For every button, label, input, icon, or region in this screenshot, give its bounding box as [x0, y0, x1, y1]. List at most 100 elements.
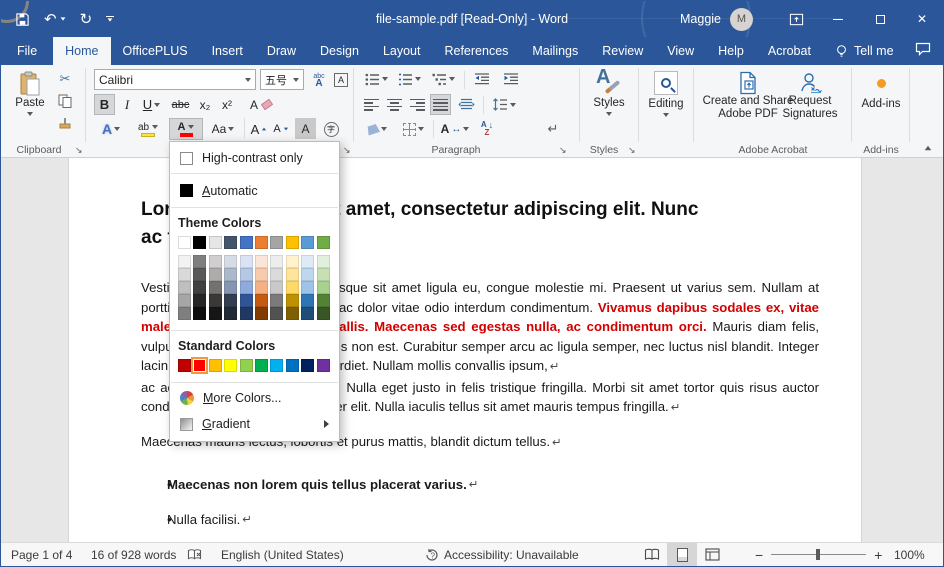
numbering-button[interactable] [394, 69, 424, 89]
theme-color-swatch[interactable] [255, 236, 268, 249]
language-indicator[interactable]: English (United States) [221, 543, 344, 566]
text-effects-button[interactable]: A [95, 118, 127, 140]
theme-variant-swatch[interactable] [270, 255, 283, 268]
ribbon-display-options-icon[interactable] [775, 1, 817, 37]
tab-mailings[interactable]: Mailings [520, 37, 590, 65]
accessibility-status[interactable]: ? Accessibility: Unavailable [425, 543, 579, 566]
show-hide-marks-button[interactable]: ↵ [541, 118, 565, 140]
theme-variant-swatch[interactable] [301, 255, 314, 268]
clear-formatting-button[interactable]: A [247, 94, 275, 115]
tab-view[interactable]: View [655, 37, 706, 65]
zoom-in-button[interactable]: + [874, 547, 882, 563]
theme-color-swatch[interactable] [270, 236, 283, 249]
read-mode-button[interactable] [637, 543, 667, 566]
more-colors-item[interactable]: More Colors... [170, 385, 339, 411]
tab-home[interactable]: Home [53, 37, 110, 65]
theme-variant-swatch[interactable] [178, 255, 191, 268]
proofing-icon[interactable] [187, 543, 203, 566]
styles-button[interactable]: A Styles [585, 67, 633, 139]
increase-indent-button[interactable] [498, 69, 524, 89]
theme-variant-swatch[interactable] [301, 281, 314, 294]
minimize-button[interactable] [817, 1, 859, 37]
zoom-out-button[interactable]: − [755, 547, 763, 563]
borders-button[interactable] [397, 118, 429, 140]
theme-variant-swatch[interactable] [240, 294, 253, 307]
theme-variant-swatch[interactable] [224, 281, 237, 294]
close-button[interactable]: ✕ [901, 1, 943, 37]
theme-variant-swatch[interactable] [286, 255, 299, 268]
tab-review[interactable]: Review [590, 37, 655, 65]
tab-design[interactable]: Design [308, 37, 371, 65]
theme-variant-swatch[interactable] [286, 307, 299, 320]
subscript-button[interactable]: x₂ [195, 94, 215, 115]
theme-variant-swatch[interactable] [255, 281, 268, 294]
standard-color-swatch[interactable] [301, 359, 314, 372]
save-icon[interactable] [15, 12, 30, 27]
sort-button[interactable]: A↓ Z [475, 118, 499, 140]
theme-variant-swatch[interactable] [209, 281, 222, 294]
align-center-button[interactable] [384, 94, 405, 115]
theme-variant-swatch[interactable] [286, 281, 299, 294]
theme-variant-swatch[interactable] [178, 307, 191, 320]
theme-color-swatch[interactable] [240, 236, 253, 249]
automatic-color-item[interactable]: Automatic [170, 176, 339, 205]
theme-variant-swatch[interactable] [255, 255, 268, 268]
character-shading-button[interactable]: A [295, 118, 316, 139]
standard-color-swatch[interactable] [178, 359, 191, 372]
character-scaling-button[interactable]: A↔ [438, 118, 472, 140]
theme-color-swatch[interactable] [224, 236, 237, 249]
feedback-bubble-icon[interactable] [915, 42, 931, 56]
phonetic-guide-button[interactable]: abc A [309, 69, 329, 90]
theme-variant-swatch[interactable] [301, 307, 314, 320]
theme-variant-swatch[interactable] [255, 294, 268, 307]
shading-button[interactable] [361, 118, 393, 140]
theme-variant-swatch[interactable] [240, 268, 253, 281]
styles-dialog-launcher-icon[interactable]: ↘ [628, 145, 636, 156]
enclose-characters-button[interactable]: 字 [320, 118, 342, 140]
tab-references[interactable]: References [432, 37, 520, 65]
theme-variant-swatch[interactable] [178, 268, 191, 281]
justify-button[interactable] [430, 94, 451, 115]
theme-variant-swatch[interactable] [193, 281, 206, 294]
theme-variant-swatch[interactable] [224, 255, 237, 268]
tab-draw[interactable]: Draw [255, 37, 308, 65]
highlight-button[interactable]: ab [131, 118, 165, 140]
shrink-font-button[interactable]: A [271, 118, 291, 140]
zoom-slider[interactable] [771, 554, 866, 555]
bold-button[interactable]: B [94, 94, 115, 115]
tab-insert[interactable]: Insert [200, 37, 255, 65]
theme-variant-swatch[interactable] [193, 268, 206, 281]
tab-file[interactable]: File [1, 37, 53, 65]
tab-officeplus[interactable]: OfficePLUS [111, 37, 200, 65]
theme-variant-swatch[interactable] [317, 255, 330, 268]
theme-variant-swatch[interactable] [301, 294, 314, 307]
theme-variant-swatch[interactable] [209, 294, 222, 307]
theme-variant-swatch[interactable] [317, 307, 330, 320]
zoom-slider-thumb[interactable] [816, 549, 820, 560]
theme-variant-swatch[interactable] [178, 281, 191, 294]
standard-color-swatch-selected[interactable] [193, 359, 206, 372]
standard-color-swatch[interactable] [255, 359, 268, 372]
tab-help[interactable]: Help [706, 37, 756, 65]
standard-color-swatch[interactable] [270, 359, 283, 372]
font-name-combo[interactable]: Calibri [94, 69, 256, 90]
align-right-button[interactable] [407, 94, 428, 115]
theme-variant-swatch[interactable] [301, 268, 314, 281]
font-size-combo[interactable]: 五号 [260, 69, 304, 90]
font-dialog-launcher-icon[interactable]: ↘ [343, 145, 351, 156]
distributed-button[interactable] [453, 94, 479, 115]
decrease-indent-button[interactable] [469, 69, 495, 89]
theme-variant-swatch[interactable] [317, 281, 330, 294]
theme-variant-swatch[interactable] [317, 268, 330, 281]
theme-variant-swatch[interactable] [270, 294, 283, 307]
theme-color-swatch[interactable] [209, 236, 222, 249]
customize-qat-icon[interactable] [106, 16, 114, 23]
align-left-button[interactable] [361, 94, 382, 115]
tab-layout[interactable]: Layout [371, 37, 433, 65]
standard-color-swatch[interactable] [317, 359, 330, 372]
undo-button[interactable]: ↶ [44, 10, 66, 28]
tell-me[interactable]: Tell me [825, 37, 904, 65]
theme-variant-swatch[interactable] [240, 281, 253, 294]
theme-variant-swatch[interactable] [286, 268, 299, 281]
superscript-button[interactable]: x² [217, 94, 237, 115]
